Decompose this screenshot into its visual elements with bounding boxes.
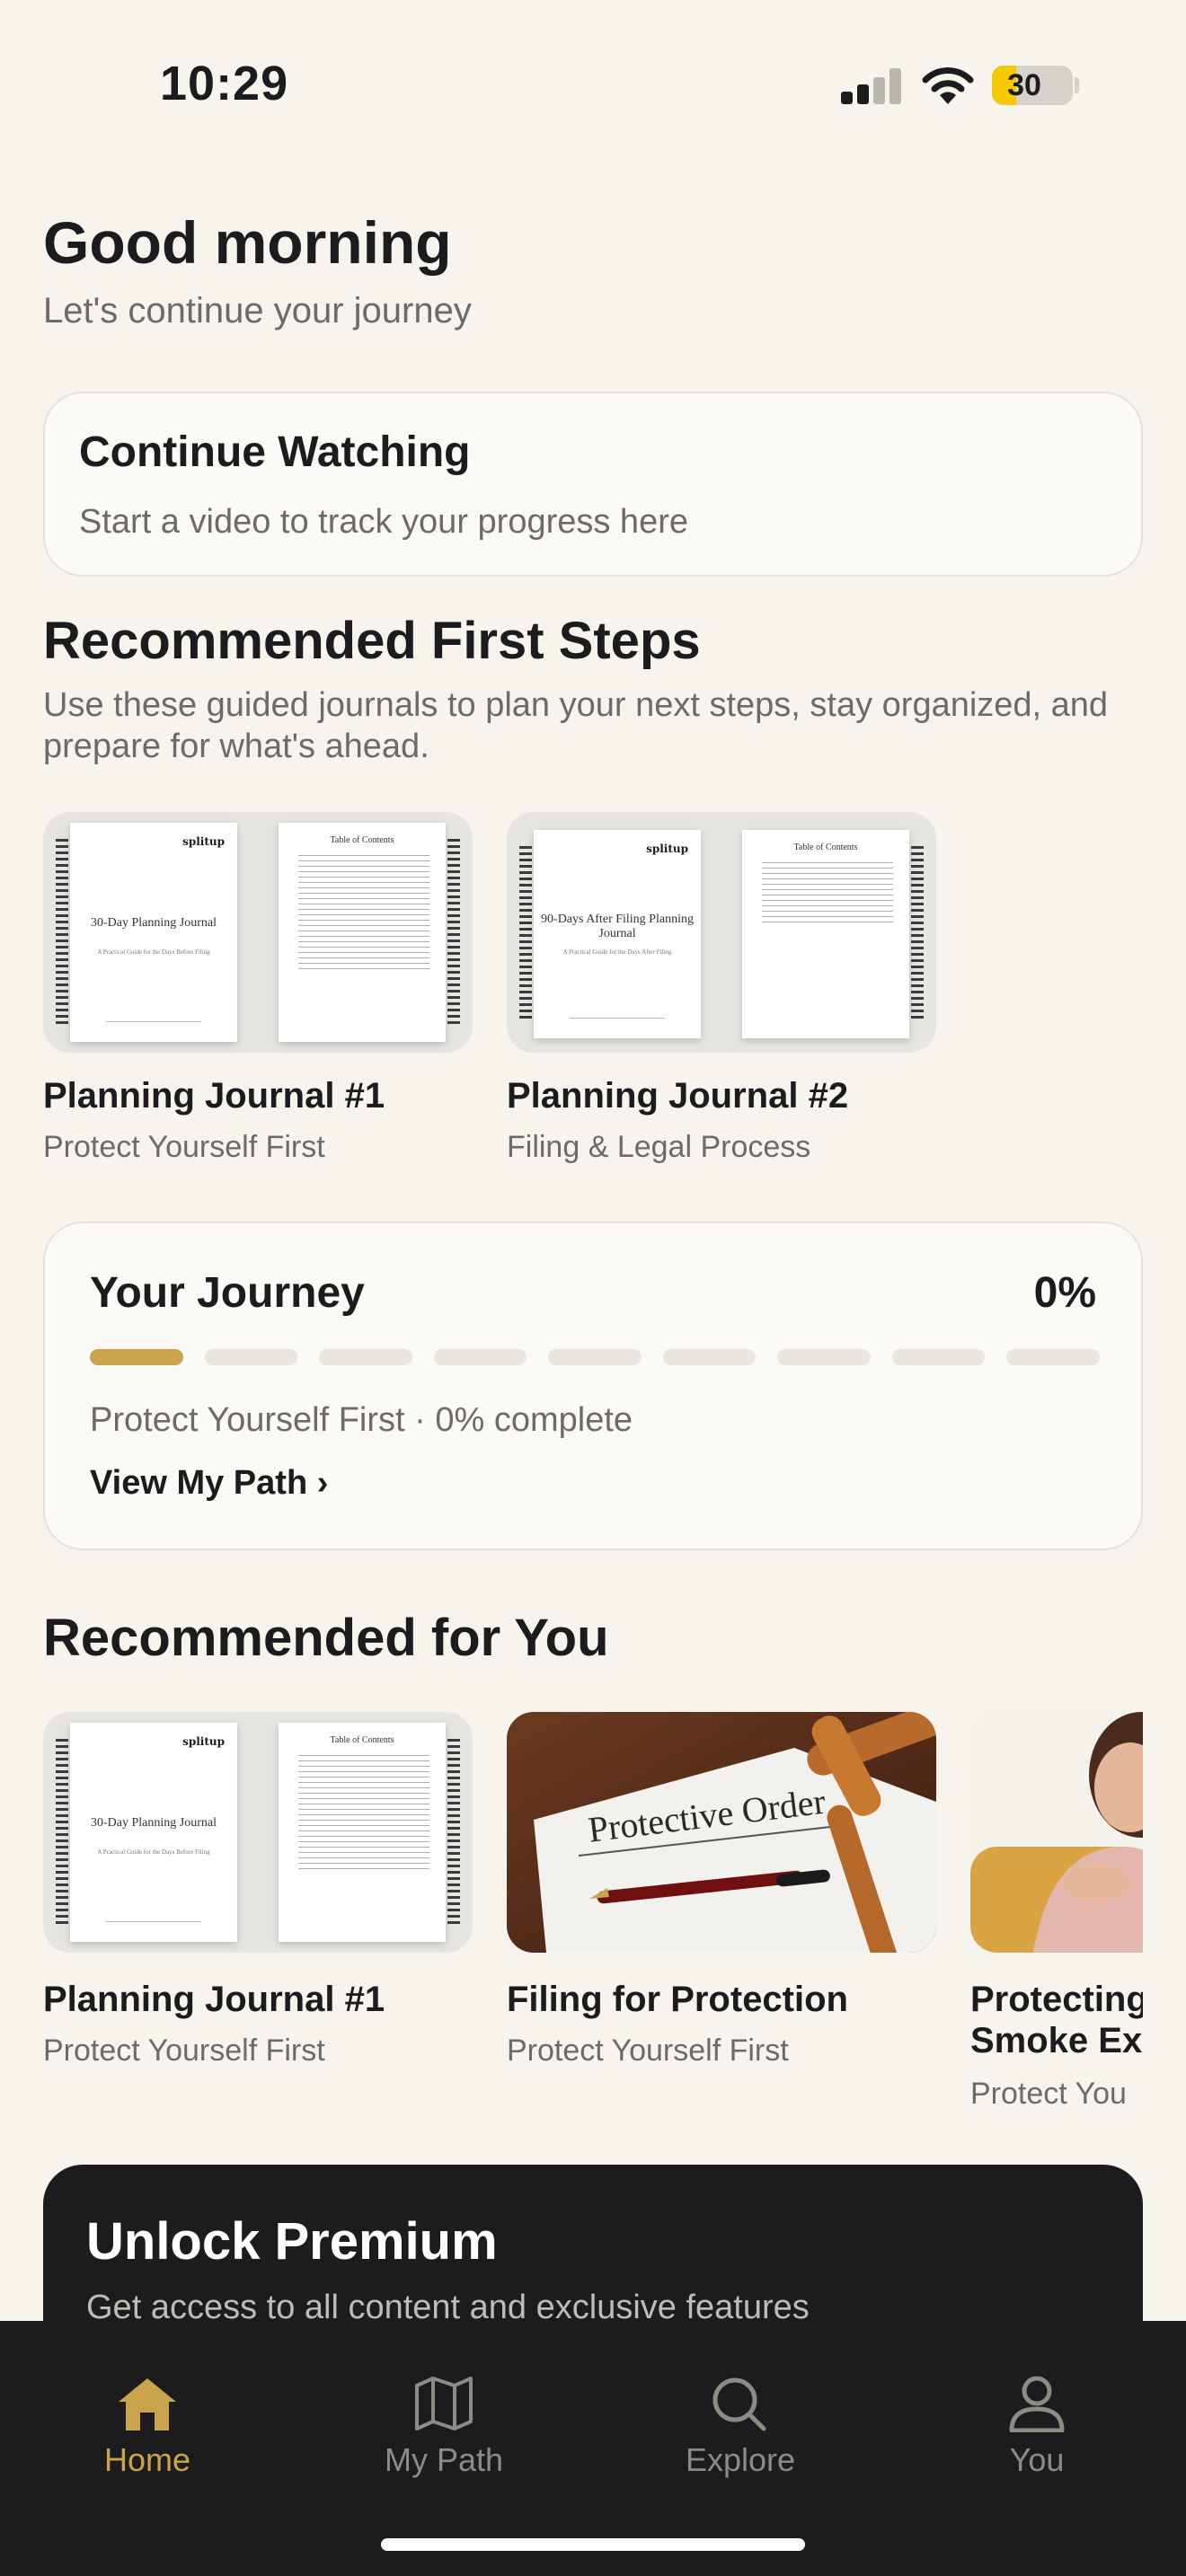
first-steps-item-title: Planning Journal #2 (507, 1076, 849, 1116)
journey-percent: 0% (1033, 1269, 1096, 1317)
journal-cover-title: 30-Day Planning Journal (91, 916, 217, 930)
spiral-binding (56, 1739, 68, 1926)
journey-progress-bar (90, 1349, 1100, 1365)
person-icon (1009, 2376, 1065, 2432)
status-bar: 10:29 30 (0, 0, 1186, 171)
journal-cover: splitup 30-Day Planning Journal A Practi… (56, 1723, 237, 1942)
woman-illustration (970, 1712, 1143, 1953)
journey-progress-segment (548, 1349, 642, 1365)
first-steps-description: Use these guided journals to plan your n… (43, 686, 1109, 765)
first-steps-item-subtitle: Filing & Legal Process (507, 1130, 811, 1164)
status-time: 10:29 (160, 57, 289, 110)
toc-lines (298, 1755, 429, 1872)
divider (106, 1921, 201, 1922)
protective-order-image: Protective Order (507, 1712, 936, 1953)
tab-label: Explore (685, 2441, 796, 2478)
woman-photo-image (970, 1712, 1143, 1953)
continue-watching-card[interactable]: Continue Watching Start a video to track… (43, 392, 1143, 577)
toc-lines (298, 855, 429, 972)
continue-watching-title: Continue Watching (79, 428, 471, 476)
first-steps-item-title: Planning Journal #1 (43, 1076, 385, 1116)
tab-my-path[interactable]: My Path (354, 2375, 534, 2479)
journal-cover-subtitle: A Practical Guide for the Days Before Fi… (97, 948, 210, 956)
tab-label: You (1009, 2441, 1065, 2478)
journal-thumbnail: splitup 90-Days After Filing Planning Jo… (507, 812, 936, 1053)
brand-logo: splitup (182, 835, 225, 848)
recommended-item-title: Protecting (970, 1980, 1143, 2019)
home-indicator (381, 2538, 805, 2551)
view-my-path-link[interactable]: View My Path › (90, 1464, 328, 1503)
search-icon (712, 2378, 766, 2431)
journal-toc-page: Table of Contents (742, 830, 924, 1038)
recommended-item-title: Filing for Protection (507, 1980, 848, 2019)
tab-label: My Path (384, 2441, 504, 2478)
journey-progress-segment (777, 1349, 871, 1365)
recommended-carousel[interactable]: splitup 30-Day Planning Journal A Practi… (0, 1712, 1143, 2125)
journal-cover-title: 30-Day Planning Journal (91, 1816, 217, 1830)
journal-cover: splitup 30-Day Planning Journal A Practi… (56, 823, 237, 1042)
recommended-item-subtitle: Protect Yourself First (507, 2033, 789, 2068)
journal-cover-subtitle: A Practical Guide for the Days Before Fi… (97, 1848, 210, 1856)
continue-watching-subtitle: Start a video to track your progress her… (79, 503, 688, 541)
brand-logo: splitup (646, 842, 688, 855)
journey-status: Protect Yourself First · 0% complete (90, 1401, 633, 1439)
first-steps-item-subtitle: Protect Yourself First (43, 1130, 325, 1164)
divider (570, 1018, 665, 1019)
map-icon (415, 2377, 473, 2430)
journey-progress-segment (433, 1349, 527, 1365)
recommended-title: Recommended for You (43, 1609, 609, 1667)
divider (106, 1021, 201, 1022)
spiral-binding (447, 839, 460, 1026)
toc-title: Table of Contents (330, 835, 394, 845)
recommended-item-title-line-2: Smoke Exp (970, 2021, 1143, 2060)
home-icon (119, 2378, 176, 2430)
journey-progress-segment (90, 1349, 183, 1365)
journey-progress-segment (891, 1349, 986, 1365)
journey-progress-segment (662, 1349, 757, 1365)
toc-title: Table of Contents (330, 1735, 394, 1745)
journey-title: Your Journey (90, 1269, 365, 1317)
battery-icon: 30 (992, 66, 1073, 105)
journal-cover-subtitle: A Practical Guide for the Days After Fil… (562, 948, 672, 956)
cellular-signal-icon (841, 68, 902, 104)
recommended-item-subtitle: Protect Yourself First (43, 2033, 325, 2068)
journey-card: Your Journey 0% Protect Yourself First ·… (43, 1222, 1143, 1550)
tab-you[interactable]: You (947, 2375, 1127, 2479)
journal-toc-page: Table of Contents (279, 823, 460, 1042)
journal-cover-title: 90-Days After Filing Planning Journal (541, 913, 694, 940)
journal-cover: splitup 90-Days After Filing Planning Jo… (519, 830, 701, 1038)
spiral-binding (519, 846, 532, 1022)
battery-cap (1075, 77, 1079, 93)
battery-level: 30 (1007, 68, 1041, 102)
wifi-icon (922, 67, 974, 104)
tab-label: Home (103, 2441, 191, 2478)
greeting-title: Good morning (43, 209, 452, 276)
spiral-binding (911, 846, 924, 1022)
toc-title: Table of Contents (793, 842, 858, 852)
greeting-subtitle: Let's continue your journey (43, 291, 472, 331)
first-steps-title: Recommended First Steps (43, 612, 701, 670)
journey-progress-segment (319, 1349, 412, 1365)
recommended-item-title: Planning Journal #1 (43, 1980, 385, 2019)
spiral-binding (56, 839, 68, 1026)
recommended-item-subtitle: Protect You (970, 2077, 1127, 2111)
journal-toc-page: Table of Contents (279, 1723, 460, 1942)
journey-progress-segment (204, 1349, 298, 1365)
journal-thumbnail: splitup 30-Day Planning Journal A Practi… (43, 812, 473, 1053)
journey-progress-segment (1006, 1349, 1100, 1365)
tab-home[interactable]: Home (58, 2375, 237, 2479)
journal-thumbnail: splitup 30-Day Planning Journal A Practi… (43, 1712, 473, 1953)
tab-explore[interactable]: Explore (651, 2375, 830, 2479)
brand-logo: splitup (182, 1735, 225, 1748)
spiral-binding (447, 1739, 460, 1926)
toc-lines (762, 862, 893, 925)
premium-title: Unlock Premium (86, 2212, 498, 2271)
